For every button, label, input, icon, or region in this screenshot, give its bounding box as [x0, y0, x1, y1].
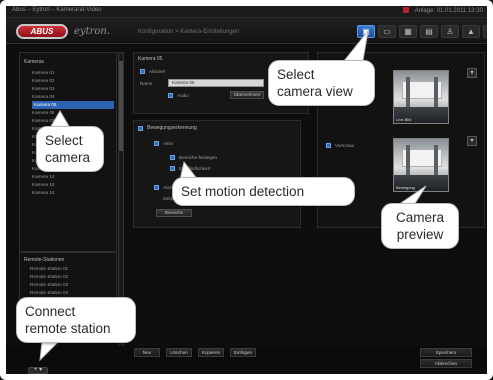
window-status: Anlage: 01.01.2011 13:30: [402, 7, 483, 14]
copy-button[interactable]: Kopieren: [198, 348, 224, 357]
camera-preview-motion[interactable]: Bewegung: [393, 138, 449, 192]
callout-camera-preview: Camera preview: [381, 203, 459, 249]
enabled-label: Aktiviert: [149, 69, 166, 74]
monitor-icon[interactable]: ▤: [420, 25, 438, 38]
preview-scene-pillar: [406, 77, 410, 111]
motion-active-checkbox[interactable]: [154, 141, 159, 146]
sidebar-item-camera[interactable]: Kamera 04: [32, 93, 114, 101]
save-button[interactable]: Speichern: [420, 348, 472, 357]
callout-select-camera-view: Select camera view: [268, 60, 375, 106]
app-header: ABUS eytron. Konfiguration > Kamera-Eins…: [6, 18, 493, 44]
sidebar-item-remote-station[interactable]: Remote Station 02: [20, 273, 116, 281]
camera-view-icon[interactable]: ▣: [357, 25, 375, 38]
sidebar-item-camera[interactable]: Kamera 14: [32, 173, 114, 181]
audio-label: Audio: [177, 93, 189, 98]
motion-detection-panel: Bewegungserkennung Aktiv Bereiche festle…: [133, 120, 301, 228]
camera-name-field[interactable]: Kamera 05: [168, 79, 264, 87]
help-icon[interactable]: ?: [483, 25, 493, 38]
grid-icon[interactable]: ▦: [399, 25, 417, 38]
callout-set-motion-detection: Set motion detection: [172, 177, 355, 206]
brand-name: eytron.: [74, 26, 111, 37]
sidebar-item-camera[interactable]: Kamera 15: [32, 181, 114, 189]
title-bar: Abus – Eytron – Kamerarat-Video Anlage: …: [6, 6, 487, 18]
sidebar-item-camera[interactable]: Kamera 01: [32, 69, 114, 77]
connect-remote-button[interactable]: + ▾: [28, 367, 48, 374]
sidebar-item-camera[interactable]: Kamera 05: [32, 101, 114, 109]
camera-tree-root[interactable]: Kameras: [24, 59, 44, 65]
callout-connect-remote-station: Connect remote station: [16, 297, 136, 343]
enabled-checkbox[interactable]: [140, 69, 145, 74]
camera-panel-title: Kamera 05: [138, 56, 163, 62]
option-sensitivity-checkbox[interactable]: [170, 166, 175, 171]
main-navigation: ▣▭▦▤♙▲?: [357, 25, 493, 39]
motion-panel-title: Bewegungserkennung: [147, 125, 197, 131]
lock-icon[interactable]: ▲: [462, 25, 480, 38]
preview-menu-button[interactable]: ▾: [467, 68, 477, 78]
preview-scene-pillar: [406, 145, 410, 179]
preview-scene-pillar: [434, 77, 438, 111]
option-alarm-checkbox[interactable]: [154, 185, 159, 190]
preview-scene-pillar: [434, 145, 438, 179]
abus-logo: ABUS: [16, 24, 68, 39]
user-icon[interactable]: ♙: [441, 25, 459, 38]
camera-preview-live[interactable]: Live-Bild: [393, 70, 449, 124]
preview-caption: Bewegung: [396, 185, 415, 190]
status-text: Anlage: 01.01.2011 13:30: [414, 8, 483, 14]
bottom-toolbar: Neu Löschen Kopieren Einfügen Speichern …: [6, 346, 487, 368]
sidebar-item-camera[interactable]: Kamera 02: [32, 77, 114, 85]
new-button[interactable]: Neu: [134, 348, 160, 357]
preview-checkbox[interactable]: [326, 143, 331, 148]
record-icon[interactable]: ▭: [378, 25, 396, 38]
areas-button[interactable]: Bereiche: [156, 209, 192, 217]
scrollbar-thumb[interactable]: [119, 61, 123, 151]
sidebar-item-camera[interactable]: Kamera 06: [32, 109, 114, 117]
sidebar-item-remote-station[interactable]: Remote Station 04: [20, 289, 116, 297]
sidebar-item-camera[interactable]: Kamera 16: [32, 189, 114, 197]
apply-button[interactable]: Übernehmen: [230, 91, 264, 99]
callout-select-camera: Select camera: [36, 126, 104, 172]
cancel-button[interactable]: Abbrechen: [420, 359, 472, 368]
window-title: Abus – Eytron – Kamerarat-Video: [12, 7, 102, 13]
delete-button[interactable]: Löschen: [166, 348, 192, 357]
record-indicator-icon: [402, 7, 409, 13]
paste-button[interactable]: Einfügen: [230, 348, 256, 357]
sidebar-item-camera[interactable]: Kamera 07: [32, 117, 114, 125]
name-label: Name: [140, 81, 153, 86]
option-sensitivity-label: Empfindlichkeit: [179, 166, 210, 171]
sidebar-item-camera[interactable]: Kamera 03: [32, 85, 114, 93]
sidebar-item-remote-station[interactable]: Remote Station 03: [20, 281, 116, 289]
audio-checkbox[interactable]: [168, 93, 173, 98]
option-areas-label: Bereiche festlegen: [179, 155, 218, 160]
preview-menu-button[interactable]: ▾: [467, 136, 477, 146]
remote-tree-root[interactable]: Remote-Stationen: [24, 257, 116, 263]
app-window: Abus – Eytron – Kamerarat-Video Anlage: …: [0, 0, 493, 380]
breadcrumb: Konfiguration > Kamera-Einstellungen: [138, 29, 240, 35]
preview-label: Vorschau: [335, 143, 355, 148]
motion-detection-checkbox[interactable]: [138, 126, 143, 131]
motion-active-label: Aktiv: [163, 141, 173, 146]
sidebar-item-remote-station[interactable]: Remote Station 01: [20, 265, 116, 273]
option-areas-checkbox[interactable]: [170, 155, 175, 160]
preview-caption: Live-Bild: [396, 117, 412, 122]
